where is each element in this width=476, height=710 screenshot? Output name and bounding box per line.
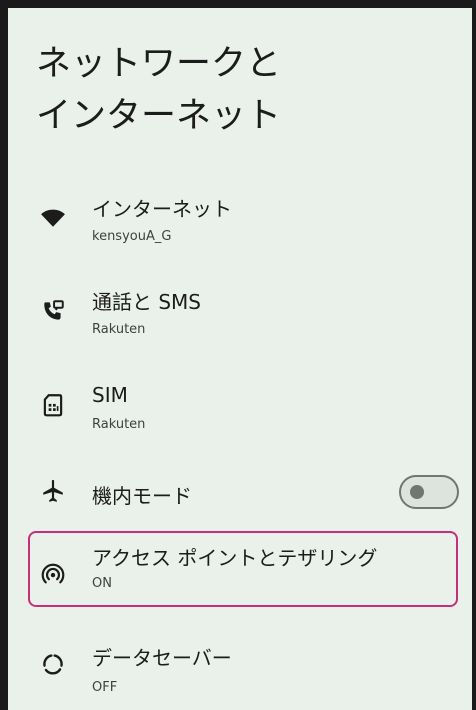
page-title-line-2: インターネット xyxy=(36,96,282,136)
phone-sms-icon xyxy=(40,298,66,324)
settings-item-title: データセーバー xyxy=(92,646,232,670)
data-saver-icon xyxy=(40,651,66,677)
settings-item-title: SIM xyxy=(92,383,128,407)
page-title-line-1: ネットワークと xyxy=(36,44,282,84)
settings-item-data-saver[interactable]: データセーバー OFF xyxy=(8,630,472,710)
settings-item-hotspot-tethering[interactable]: アクセス ポイントとテザリング ON xyxy=(8,536,472,604)
airplane-icon xyxy=(40,478,66,504)
hotspot-icon xyxy=(40,561,66,587)
wifi-icon xyxy=(40,204,66,230)
settings-item-title: インターネット xyxy=(92,197,232,221)
settings-item-title: アクセス ポイントとテザリング xyxy=(92,546,378,570)
settings-item-subtitle: ON xyxy=(92,576,112,591)
sim-card-icon xyxy=(40,392,66,418)
settings-item-subtitle: OFF xyxy=(92,680,118,695)
settings-item-subtitle: Rakuten xyxy=(92,322,146,337)
page-title: ネットワークと インターネット xyxy=(36,38,281,142)
settings-item-title: 通話と SMS xyxy=(92,290,202,314)
settings-item-calls-sms[interactable]: 通話と SMS Rakuten xyxy=(8,276,472,356)
toggle-knob xyxy=(410,485,424,499)
settings-screen: ネットワークと インターネット インターネット kensyouA_G 通話と S… xyxy=(8,8,472,710)
settings-item-subtitle: Rakuten xyxy=(92,417,146,432)
settings-item-sim[interactable]: SIM Rakuten xyxy=(8,369,472,449)
settings-item-subtitle: kensyouA_G xyxy=(92,229,172,244)
settings-item-airplane-mode[interactable]: 機内モード xyxy=(8,463,472,523)
settings-item-internet[interactable]: インターネット kensyouA_G xyxy=(8,183,472,263)
airplane-mode-toggle[interactable] xyxy=(399,475,459,509)
settings-item-title: 機内モード xyxy=(92,484,192,508)
